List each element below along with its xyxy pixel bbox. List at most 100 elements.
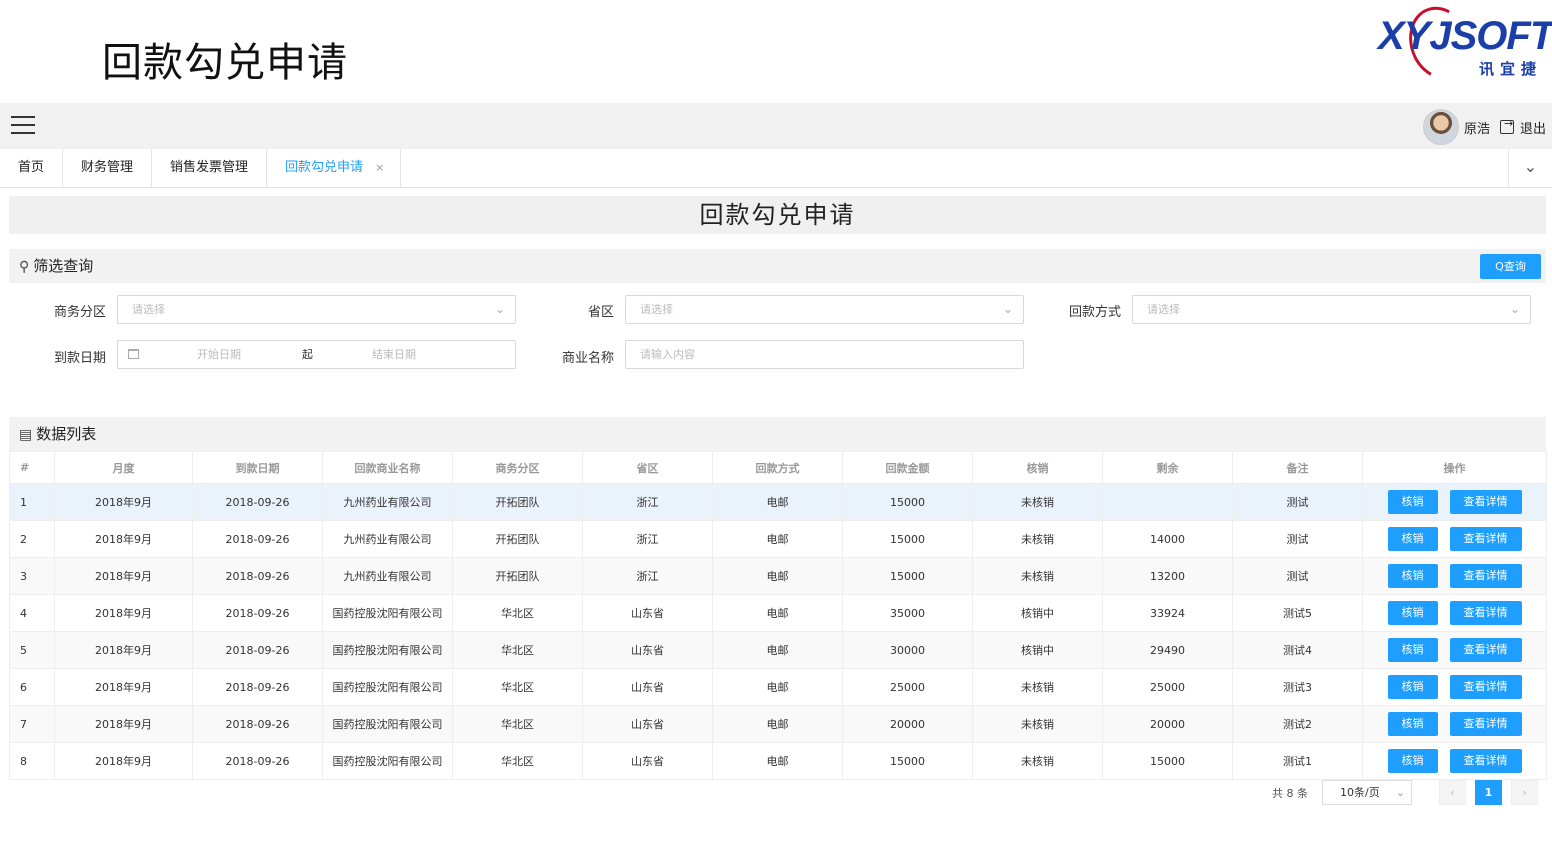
list-icon: ▤: [19, 427, 33, 443]
payment-method-select[interactable]: 请选择 ⌄: [1132, 295, 1531, 324]
column-header[interactable]: 回款方式: [712, 451, 843, 484]
table-cell: 测试: [1232, 483, 1363, 521]
tab-payment-reconcile[interactable]: 回款勾兑申请 ×: [267, 149, 402, 187]
company-input[interactable]: 请输入内容: [625, 340, 1024, 369]
table-row[interactable]: 4 2018年9月 2018-09-26 国药控股沈阳有限公司 华北区 山东省 电邮 3500…: [9, 594, 1547, 632]
business-zone-label: 商务分区: [53, 305, 106, 320]
tab-bar: 首页 财务管理 销售发票管理 回款勾兑申请 × ⌄: [0, 149, 1552, 188]
column-header[interactable]: 月度: [54, 451, 193, 484]
table-row[interactable]: 6 2018年9月 2018-09-26 国药控股沈阳有限公司 华北区 山东省 电邮 2500…: [9, 668, 1547, 706]
chevron-down-icon: ⌄: [494, 302, 505, 316]
page-1-button[interactable]: 1: [1475, 780, 1502, 805]
prev-page-button[interactable]: ‹: [1439, 780, 1466, 805]
column-header[interactable]: 剩余: [1102, 451, 1233, 484]
company-logo: XYJSOFT 讯宜捷: [1374, 0, 1552, 89]
table-cell: 国药控股沈阳有限公司: [322, 742, 453, 780]
table-cell: 2018-09-26: [192, 668, 323, 706]
view-details-button[interactable]: 查看详情: [1449, 712, 1522, 736]
tab-home[interactable]: 首页: [0, 149, 64, 187]
verify-button[interactable]: 核销: [1387, 527, 1438, 551]
column-header[interactable]: 回款商业名称: [322, 451, 453, 484]
actions-cell: 核销 查看详情: [1362, 594, 1547, 632]
page-size-value: 10条/页: [1340, 786, 1380, 799]
view-details-button[interactable]: 查看详情: [1449, 601, 1522, 625]
verify-button[interactable]: 核销: [1387, 749, 1438, 773]
table-cell: 测试4: [1232, 631, 1363, 669]
table-row[interactable]: 3 2018年9月 2018-09-26 九州药业有限公司 开拓团队 浙江 电邮 15000 未…: [9, 557, 1547, 595]
table-cell: 2018年9月: [54, 520, 193, 558]
app-window: 原浩 退出 首页 财务管理 销售发票管理 回款勾兑申请 × ⌄ 回款勾兑申请 ⚲筛…: [0, 103, 1552, 860]
column-header[interactable]: 备注: [1232, 451, 1363, 484]
table-cell: 九州药业有限公司: [322, 483, 453, 521]
logout-icon[interactable]: [1499, 117, 1514, 134]
view-details-button[interactable]: 查看详情: [1449, 638, 1522, 662]
business-zone-placeholder: 请选择: [132, 303, 165, 316]
table-cell: 九州药业有限公司: [322, 520, 453, 558]
table-cell: 20000: [1102, 705, 1233, 743]
business-zone-select[interactable]: 请选择 ⌄: [117, 295, 516, 324]
view-details-button[interactable]: 查看详情: [1449, 564, 1522, 588]
table-row[interactable]: 1 2018年9月 2018-09-26 九州药业有限公司 开拓团队 浙江 电邮 15000 未…: [9, 483, 1547, 521]
table-cell: 电邮: [712, 557, 843, 595]
close-icon[interactable]: ×: [375, 161, 384, 174]
verify-button[interactable]: 核销: [1387, 564, 1438, 588]
table-cell: 电邮: [712, 594, 843, 632]
table-cell: 15000: [842, 742, 973, 780]
user-name[interactable]: 原浩: [1464, 118, 1490, 137]
tab-finance[interactable]: 财务管理: [63, 149, 153, 187]
tab-label: 首页: [18, 160, 45, 175]
verify-button[interactable]: 核销: [1387, 675, 1438, 699]
column-header[interactable]: 商务分区: [452, 451, 583, 484]
logo-brand: XYJSOFT: [1378, 14, 1552, 58]
column-header[interactable]: 省区: [582, 451, 713, 484]
province-select[interactable]: 请选择 ⌄: [625, 295, 1024, 324]
verify-button[interactable]: 核销: [1387, 601, 1438, 625]
view-details-button[interactable]: 查看详情: [1449, 490, 1522, 514]
avatar[interactable]: [1422, 109, 1459, 145]
table-cell: 2018年9月: [54, 594, 193, 632]
table-cell: 6: [9, 668, 55, 706]
table-cell: 测试5: [1232, 594, 1363, 632]
start-date-input[interactable]: 开始日期: [197, 341, 241, 368]
table-cell: 14000: [1102, 520, 1233, 558]
table-cell: 2018-09-26: [192, 705, 323, 743]
table-row[interactable]: 7 2018年9月 2018-09-26 国药控股沈阳有限公司 华北区 山东省 电邮 2000…: [9, 705, 1547, 743]
total-count: 共 8 条: [1272, 786, 1308, 800]
table-cell: 开拓团队: [452, 483, 583, 521]
view-details-button[interactable]: 查看详情: [1449, 675, 1522, 699]
verify-button[interactable]: 核销: [1387, 712, 1438, 736]
verify-button[interactable]: 核销: [1387, 638, 1438, 662]
table-cell: 测试1: [1232, 742, 1363, 780]
column-header[interactable]: 到款日期: [192, 451, 323, 484]
table-cell: 未核销: [972, 483, 1103, 521]
view-details-button[interactable]: 查看详情: [1449, 527, 1522, 551]
table-cell: 2: [9, 520, 55, 558]
table-cell: 国药控股沈阳有限公司: [322, 705, 453, 743]
query-button[interactable]: Q查询: [1480, 254, 1541, 279]
table-row[interactable]: 8 2018年9月 2018-09-26 国药控股沈阳有限公司 华北区 山东省 电邮 1500…: [9, 742, 1547, 780]
next-page-button[interactable]: ›: [1511, 780, 1538, 805]
verify-button[interactable]: 核销: [1387, 490, 1438, 514]
table-cell: 核销中: [972, 631, 1103, 669]
table-cell: [1102, 483, 1233, 521]
payment-method-placeholder: 请选择: [1147, 303, 1180, 316]
table-cell: 华北区: [452, 705, 583, 743]
hamburger-icon[interactable]: [11, 116, 35, 136]
column-header[interactable]: 回款金额: [842, 451, 973, 484]
end-date-input[interactable]: 结束日期: [372, 341, 416, 368]
table-row[interactable]: 2 2018年9月 2018-09-26 九州药业有限公司 开拓团队 浙江 电邮 15000 未…: [9, 520, 1547, 558]
arrival-date-label: 到款日期: [53, 351, 106, 366]
chevron-down-icon[interactable]: ⌄: [1508, 149, 1552, 187]
tab-sales-invoice[interactable]: 销售发票管理: [152, 149, 268, 187]
page-title: 回款勾兑申请: [9, 196, 1546, 234]
date-range-picker[interactable]: 开始日期 起 结束日期: [117, 340, 516, 369]
table-row[interactable]: 5 2018年9月 2018-09-26 国药控股沈阳有限公司 华北区 山东省 电邮 3000…: [9, 631, 1547, 669]
logout-link[interactable]: 退出: [1520, 118, 1546, 137]
page-size-select[interactable]: 10条/页 ⌄: [1322, 780, 1412, 805]
actions-cell: 核销 查看详情: [1362, 483, 1547, 521]
table-cell: 国药控股沈阳有限公司: [322, 631, 453, 669]
view-details-button[interactable]: 查看详情: [1449, 749, 1522, 773]
table-cell: 山东省: [582, 705, 713, 743]
column-header[interactable]: 核销: [972, 451, 1103, 484]
table-cell: 华北区: [452, 594, 583, 632]
